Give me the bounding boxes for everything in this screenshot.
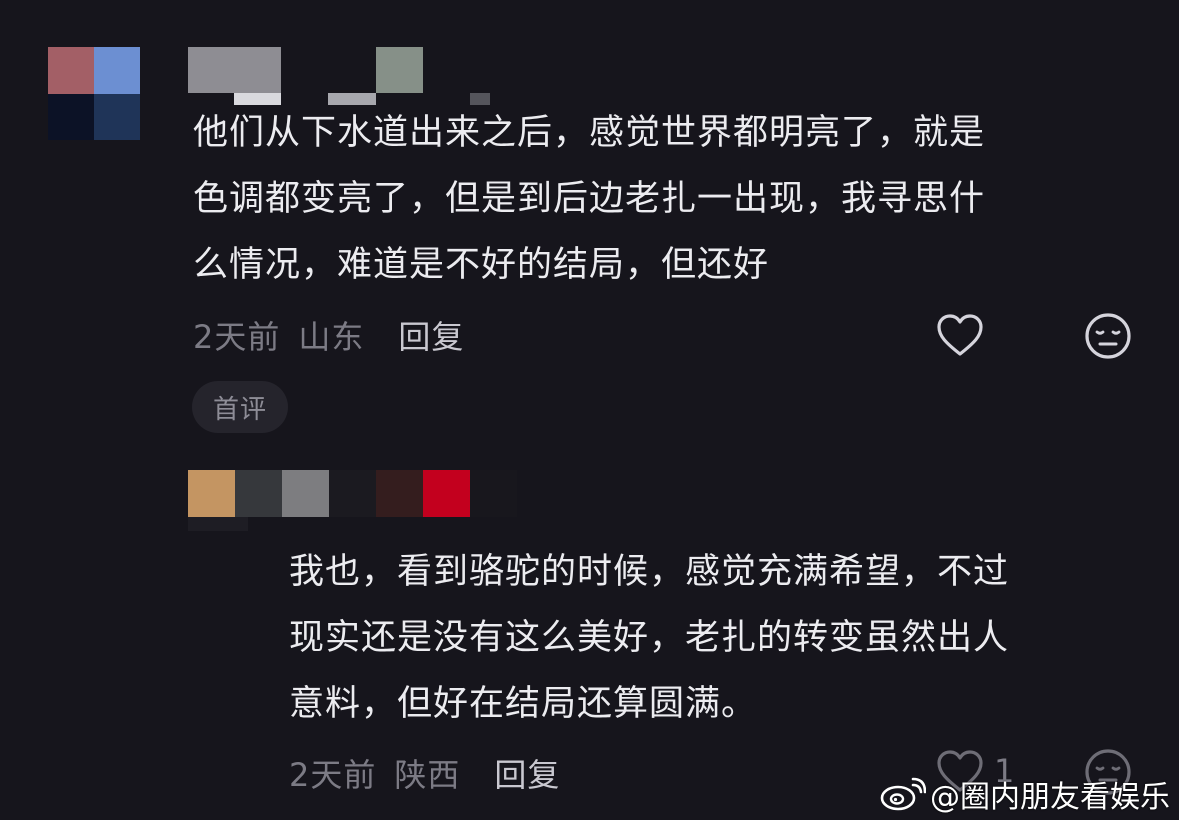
reply-username[interactable] [188,470,518,550]
avatar[interactable] [48,47,140,140]
reply-time: 2天前 [289,756,377,794]
comment-meta: 2天前 山东 回复 [193,312,464,358]
first-comment-badge: 首评 [192,381,288,433]
reply-button[interactable]: 回复 [398,312,464,358]
comment-list: 他们从下水道出来之后，感觉世界都明亮了，就是 色调都变亮了，但是到后边老扎一出现… [0,0,1179,820]
reply-text: 我也，看到骆驼的时候，感觉充满希望，不过 现实还是没有这么美好，老扎的转变虽然出… [289,552,1010,724]
watermark: @圈内朋友看娱乐 [880,772,1170,816]
watermark-text: @圈内朋友看娱乐 [930,780,1170,815]
reply-button[interactable]: 回复 [494,750,560,796]
comment-location: 山东 [298,318,365,356]
heart-outline-icon[interactable] [936,313,984,357]
comment-text: 他们从下水道出来之后，感觉世界都明亮了，就是 色调都变亮了，但是到后边老扎一出现… [193,113,986,285]
reply-location: 陕西 [394,756,461,794]
weibo-icon [880,777,926,811]
neutral-face-icon[interactable] [1084,312,1132,360]
reply-meta: 2天前 陕西 回复 [289,750,560,796]
comment-time: 2天前 [193,318,281,356]
